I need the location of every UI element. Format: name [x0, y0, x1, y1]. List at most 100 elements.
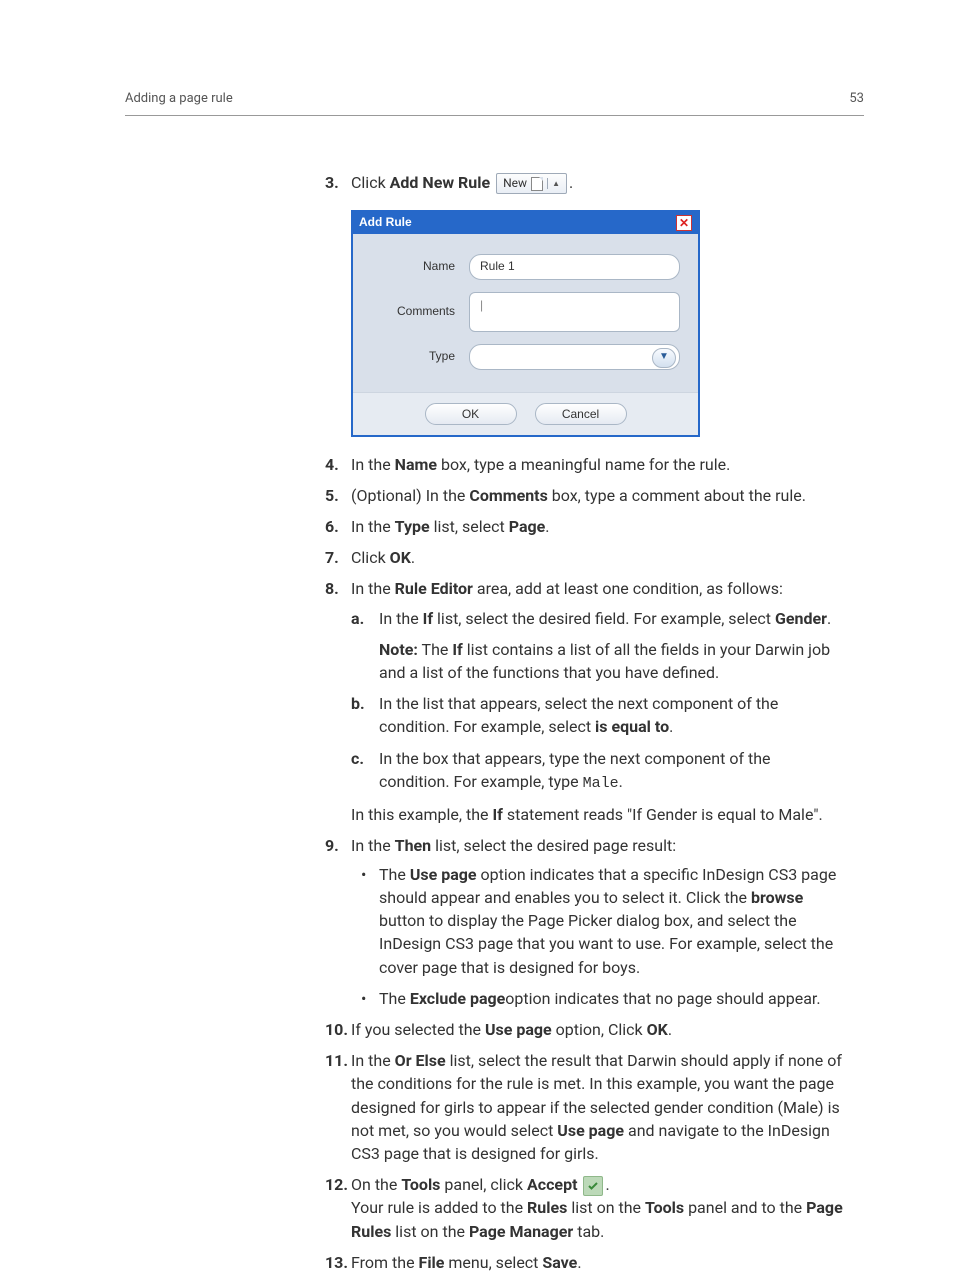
text: Click: [351, 548, 390, 567]
type-label: Type: [371, 348, 455, 365]
step-number: 9.: [325, 834, 339, 857]
text: list on the: [391, 1222, 469, 1241]
steps-list: 3. Click Add New Rule New ▲ . Add Rule ✕: [325, 171, 845, 1274]
bold: Gender: [775, 609, 827, 628]
step-13: 13. From the File menu, select Save.: [325, 1251, 845, 1274]
text: The: [379, 989, 410, 1008]
type-dropdown[interactable]: ▼: [469, 344, 680, 370]
comments-input[interactable]: |: [469, 292, 680, 332]
bold: Use page: [485, 1020, 552, 1039]
step-4: 4. In the Name box, type a meaningful na…: [325, 453, 845, 476]
add-rule-dialog: Add Rule ✕ Name Rule 1 Comments: [351, 210, 700, 436]
text: .: [411, 548, 415, 567]
bold: If: [423, 609, 433, 628]
type-row: Type ▼: [371, 344, 680, 370]
bold: If: [452, 640, 462, 659]
comments-row: Comments |: [371, 292, 680, 332]
bold: browse: [751, 888, 803, 907]
step-number: 11.: [325, 1049, 348, 1072]
substep-letter: b.: [351, 692, 365, 715]
new-label: New: [503, 175, 527, 192]
step-12-line2: Your rule is added to the Rules list on …: [351, 1196, 845, 1242]
text: In the: [351, 1051, 395, 1070]
text: .: [669, 717, 673, 736]
step-3: 3. Click Add New Rule New ▲ . Add Rule ✕: [325, 171, 845, 437]
step-number: 12.: [325, 1173, 348, 1196]
name-value: Rule 1: [480, 258, 515, 275]
text: In the: [351, 455, 395, 474]
text: .: [827, 609, 831, 628]
bold: OK: [647, 1020, 668, 1039]
text: (Optional) In the: [351, 486, 469, 505]
text: .: [577, 1253, 581, 1272]
step-10: 10. If you selected the Use page option,…: [325, 1018, 845, 1041]
substep-letter: a.: [351, 607, 364, 630]
step-number: 4.: [325, 453, 339, 476]
section-title: Adding a page rule: [125, 90, 233, 109]
content-column: 3. Click Add New Rule New ▲ . Add Rule ✕: [325, 171, 845, 1274]
step-number: 8.: [325, 577, 339, 600]
text: Click: [351, 173, 390, 192]
step-8b: b. In the list that appears, select the …: [351, 692, 845, 738]
cancel-button[interactable]: Cancel: [535, 403, 627, 425]
step-number: 6.: [325, 515, 339, 538]
text: tab.: [573, 1222, 604, 1241]
name-label: Name: [371, 258, 455, 275]
dialog-button-row: OK Cancel: [353, 392, 698, 435]
name-row: Name Rule 1: [371, 254, 680, 280]
bold: Use page: [557, 1121, 624, 1140]
ok-button[interactable]: OK: [425, 403, 517, 425]
text: option, Click: [552, 1020, 647, 1039]
text: .: [545, 517, 549, 536]
text: The: [379, 865, 410, 884]
bold: Page: [509, 517, 546, 536]
close-icon[interactable]: ✕: [676, 215, 692, 231]
text: On the: [351, 1175, 401, 1194]
dialog-body: Name Rule 1 Comments | Type: [353, 234, 698, 392]
code-text: Male: [583, 775, 619, 792]
chevron-down-icon: ▼: [652, 348, 676, 368]
bold: Save: [542, 1253, 577, 1272]
substep-letter: c.: [351, 747, 364, 770]
text: statement reads "If Gender is equal to M…: [503, 805, 823, 824]
text: option indicates that no page should app…: [505, 989, 820, 1008]
text-caret-icon: |: [480, 297, 483, 314]
step-number: 10.: [325, 1018, 348, 1041]
text: button to display the Page Picker dialog…: [379, 911, 833, 976]
page-number: 53: [849, 90, 864, 109]
new-button-icon: New ▲: [496, 173, 567, 194]
step-8-tail: In this example, the If statement reads …: [351, 803, 845, 826]
dialog-titlebar: Add Rule ✕: [353, 212, 698, 233]
bold: Type: [395, 517, 430, 536]
bullet-exclude-page: The Exclude pageoption indicates that no…: [351, 987, 845, 1010]
step-number: 7.: [325, 546, 339, 569]
bold: Or Else: [395, 1051, 446, 1070]
bold: Add New Rule: [390, 173, 490, 192]
text: box, type a meaningful name for the rule…: [437, 455, 730, 474]
running-header: Adding a page rule 53: [125, 90, 864, 116]
text: From the: [351, 1253, 419, 1272]
text: .: [619, 772, 623, 791]
text: .: [668, 1020, 672, 1039]
name-input[interactable]: Rule 1: [469, 254, 680, 280]
step-8a: a. In the If list, select the desired fi…: [351, 607, 845, 685]
step-8-sublist: a. In the If list, select the desired fi…: [351, 607, 845, 795]
step-8: 8. In the Rule Editor area, add at least…: [325, 577, 845, 825]
bold: is equal to: [595, 717, 669, 736]
bold: File: [419, 1253, 445, 1272]
accept-icon: [583, 1176, 603, 1196]
step-number: 13.: [325, 1251, 348, 1274]
bold: Accept: [527, 1175, 577, 1194]
dot: .: [569, 173, 573, 192]
document-icon: [531, 177, 543, 191]
text: list, select the desired page result:: [431, 836, 676, 855]
arrow-up-icon: ▲: [547, 178, 560, 190]
bold: Tools: [645, 1198, 684, 1217]
step-6: 6. In the Type list, select Page.: [325, 515, 845, 538]
bold: OK: [390, 548, 411, 567]
dialog-title: Add Rule: [359, 214, 412, 231]
step-8c: c. In the box that appears, type the nex…: [351, 747, 845, 795]
bold: Comments: [469, 486, 547, 505]
bold: Then: [395, 836, 431, 855]
bold: Rule Editor: [395, 579, 473, 598]
